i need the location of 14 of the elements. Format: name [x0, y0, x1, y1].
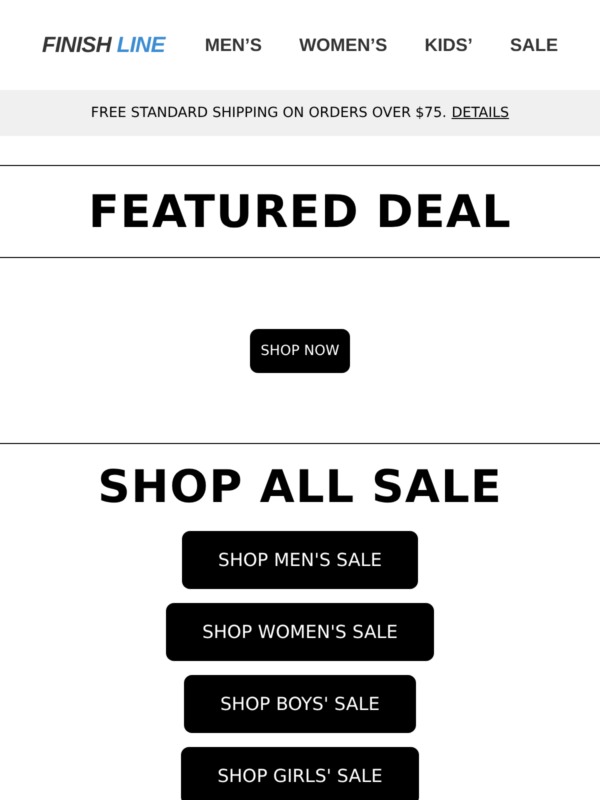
shop-now-button[interactable]: SHOP NOW — [250, 328, 350, 372]
logo[interactable]: FINISH LINE — [42, 32, 165, 58]
promo-text: FREE STANDARD SHIPPING ON ORDERS OVER $75. — [90, 105, 447, 121]
nav-link[interactable]: MEN’S — [204, 34, 262, 56]
sale-button[interactable]: SHOP MEN'S SALE — [182, 531, 418, 589]
nav-link[interactable]: WOMEN’S — [299, 34, 388, 56]
nav-link[interactable]: SALE — [510, 34, 558, 56]
sale-button[interactable]: SHOP BOYS' SALE — [184, 675, 416, 733]
section-title: SHOP ALL SALE — [98, 460, 502, 513]
nav-link[interactable]: KIDS’ — [424, 34, 473, 56]
details-link[interactable]: DETAILS — [452, 105, 510, 121]
sale-button[interactable]: SHOP GIRLS' SALE — [181, 747, 419, 800]
section-title: FEATURED DEAL — [88, 185, 512, 238]
sale-button[interactable]: SHOP WOMEN'S SALE — [166, 603, 434, 661]
